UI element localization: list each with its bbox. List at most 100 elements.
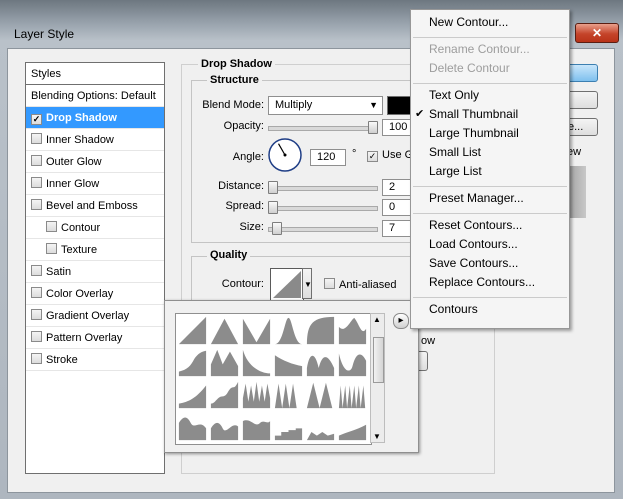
contour-thumbnail[interactable] — [270, 268, 304, 301]
style-checkbox[interactable] — [31, 177, 42, 188]
ring-small-contour-icon — [306, 431, 335, 441]
menu-item-replace-contours[interactable]: Replace Contours... — [429, 275, 535, 289]
menu-item-small-thumbnail[interactable]: Small Thumbnail — [429, 107, 518, 121]
quality-title: Quality — [207, 249, 251, 261]
menu-item-reset-contours[interactable]: Reset Contours... — [429, 218, 522, 232]
menu-item-load-contours[interactable]: Load Contours... — [429, 237, 518, 251]
style-item-inner-glow[interactable]: Inner Glow — [26, 173, 164, 195]
style-item-label: Drop Shadow — [46, 112, 117, 124]
style-item-bevel-and-emboss[interactable]: Bevel and Emboss — [26, 195, 164, 217]
contour-preset-rolling-slope[interactable] — [177, 347, 208, 378]
contour-preset-steps[interactable] — [273, 411, 304, 442]
style-item-contour[interactable]: Contour — [26, 217, 164, 239]
contour-preset-half-round[interactable] — [305, 315, 336, 346]
menu-item-small-list[interactable]: Small List — [429, 145, 481, 159]
style-checkbox[interactable] — [31, 155, 42, 166]
style-item-gradient-overlay[interactable]: Gradient Overlay — [26, 305, 164, 327]
style-item-texture[interactable]: Texture — [26, 239, 164, 261]
opacity-slider-thumb[interactable] — [368, 121, 378, 134]
distance-input[interactable]: 2 — [382, 179, 412, 196]
style-item-color-overlay[interactable]: Color Overlay — [26, 283, 164, 305]
style-item-inner-shadow[interactable]: Inner Shadow — [26, 129, 164, 151]
menu-item-save-contours[interactable]: Save Contours... — [429, 256, 518, 270]
menu-item-large-thumbnail[interactable]: Large Thumbnail — [429, 126, 519, 140]
opacity-input[interactable]: 100 — [382, 119, 412, 136]
distance-slider-thumb[interactable] — [268, 181, 278, 194]
style-checkbox[interactable] — [31, 353, 42, 364]
picker-scrollbar[interactable]: ▲ ▼ — [370, 313, 385, 443]
contour-preset-rolling[interactable] — [337, 411, 368, 442]
contour-preset-peaks-many[interactable] — [337, 379, 368, 410]
contour-preset-ring-triple[interactable] — [337, 347, 368, 378]
scroll-down-icon[interactable]: ▼ — [373, 432, 381, 441]
contour-preset-ring[interactable] — [337, 315, 368, 346]
close-button[interactable]: ✕ — [575, 23, 619, 43]
contour-preset-round-steps[interactable] — [209, 379, 240, 410]
angle-input[interactable]: 120 — [310, 149, 346, 166]
contour-preset-ridge[interactable] — [241, 411, 272, 442]
scroll-thumb[interactable] — [373, 337, 384, 383]
style-item-pattern-overlay[interactable]: Pattern Overlay — [26, 327, 164, 349]
styles-header[interactable]: Styles — [26, 63, 164, 85]
size-slider-thumb[interactable] — [272, 222, 282, 235]
style-checkbox[interactable] — [31, 287, 42, 298]
opacity-slider[interactable] — [268, 126, 378, 131]
style-checkbox[interactable] — [31, 265, 42, 276]
style-checkbox[interactable]: ✓ — [31, 114, 42, 125]
style-checkbox[interactable] — [31, 133, 42, 144]
style-checkbox[interactable] — [46, 221, 57, 232]
use-global-light[interactable]: ✓ Use G — [367, 149, 413, 162]
contour-preset-ring-spikes[interactable] — [241, 379, 272, 410]
steps-contour-icon — [274, 428, 303, 441]
size-slider[interactable] — [268, 227, 378, 232]
cove-deep-contour-icon — [242, 349, 271, 377]
spread-input[interactable]: 0 — [382, 199, 412, 216]
contour-preset-cove-deep[interactable] — [241, 347, 272, 378]
contour-preset-cone-inverted[interactable] — [241, 315, 272, 346]
anti-aliased-option[interactable]: Anti-aliased — [324, 278, 396, 291]
style-checkbox[interactable] — [31, 199, 42, 210]
contour-preset-shallow-slope[interactable] — [177, 379, 208, 410]
partial-button[interactable] — [418, 351, 428, 371]
contour-preset-cone[interactable] — [209, 315, 240, 346]
spread-label: Spread: — [225, 200, 264, 212]
style-item-stroke[interactable]: Stroke — [26, 349, 164, 371]
contour-preset-linear[interactable] — [177, 315, 208, 346]
contour-preset-ring-double[interactable] — [305, 347, 336, 378]
contour-preset-cove-shallow[interactable] — [273, 347, 304, 378]
blend-mode-select[interactable]: Multiply ▼ — [268, 96, 383, 115]
distance-slider[interactable] — [268, 186, 378, 191]
style-item-outer-glow[interactable]: Outer Glow — [26, 151, 164, 173]
scroll-up-icon[interactable]: ▲ — [373, 315, 381, 324]
style-item-satin[interactable]: Satin — [26, 261, 164, 283]
anti-aliased-checkbox[interactable] — [324, 278, 335, 289]
contour-dropdown-button[interactable]: ▼ — [302, 268, 312, 299]
contour-preset-peaks-triple[interactable] — [273, 379, 304, 410]
waves-contour-icon — [210, 422, 239, 441]
style-checkbox[interactable] — [31, 309, 42, 320]
angle-dial[interactable] — [268, 138, 302, 172]
size-input[interactable]: 7 — [382, 220, 412, 237]
contour-preset-waves[interactable] — [209, 411, 240, 442]
spread-slider-thumb[interactable] — [268, 201, 278, 214]
ridge-contour-icon — [242, 420, 271, 441]
menu-item-contours[interactable]: Contours — [429, 302, 478, 316]
style-checkbox[interactable] — [31, 331, 42, 342]
contour-preset-ring-small[interactable] — [305, 411, 336, 442]
style-checkbox[interactable] — [46, 243, 57, 254]
contour-preset-rolling-hills[interactable] — [177, 411, 208, 442]
use-global-label: Use G — [382, 149, 414, 161]
spread-slider[interactable] — [268, 206, 378, 211]
contour-preset-gaussian[interactable] — [273, 315, 304, 346]
picker-menu-button[interactable]: ▸ — [393, 313, 409, 329]
menu-item-new-contour[interactable]: New Contour... — [429, 15, 508, 29]
menu-item-large-list[interactable]: Large List — [429, 164, 482, 178]
style-item-drop-shadow[interactable]: ✓ Drop Shadow — [26, 107, 164, 129]
use-global-checkbox[interactable]: ✓ — [367, 151, 378, 162]
menu-item-text-only[interactable]: Text Only — [429, 88, 479, 102]
style-item-label: Color Overlay — [46, 288, 114, 300]
contour-preset-sawtooth[interactable] — [209, 347, 240, 378]
style-item-blending-options-default[interactable]: Blending Options: Default — [26, 85, 164, 107]
contour-preset-peaks-double[interactable] — [305, 379, 336, 410]
menu-item-preset-manager[interactable]: Preset Manager... — [429, 191, 524, 205]
